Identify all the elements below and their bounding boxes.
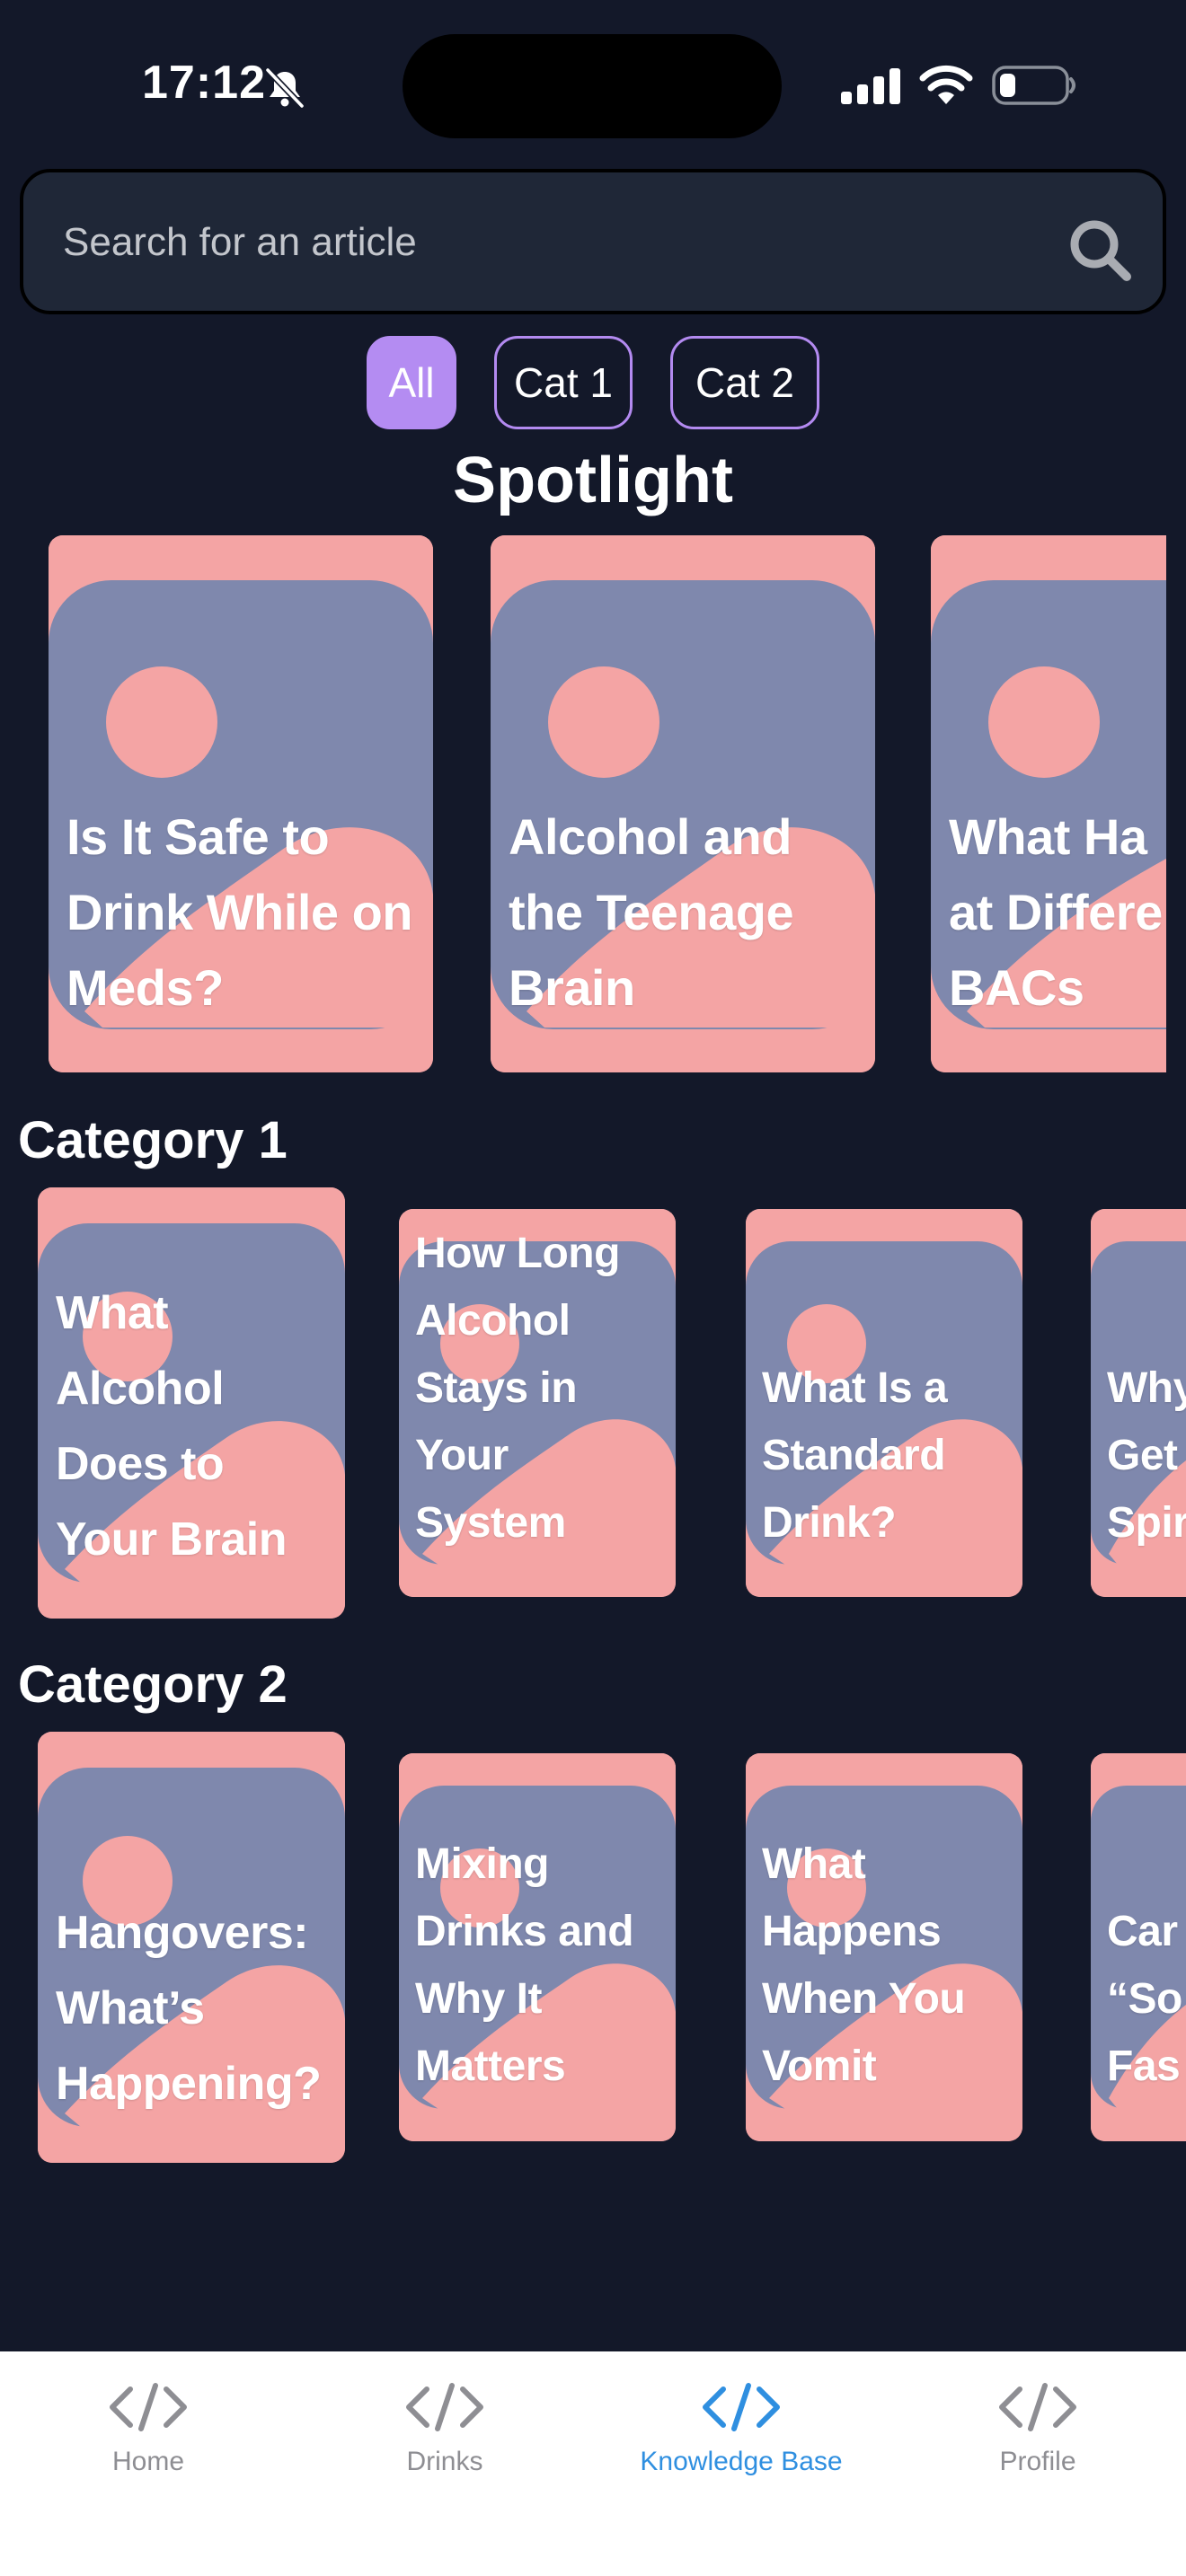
search-icon[interactable]: [1064, 214, 1136, 286]
article-card[interactable]: Why Get Spir: [1091, 1209, 1186, 1597]
spotlight-card[interactable]: What Ha at Differe BACs: [931, 535, 1166, 1072]
spotlight-card[interactable]: Alcohol and the Teenage Brain: [491, 535, 875, 1072]
spotlight-carousel[interactable]: Is It Safe to Drink While on Meds? Alcohol…: [0, 530, 1186, 1087]
tab-label: Drinks: [406, 2447, 483, 2476]
article-card[interactable]: What Is a Standard Drink?: [746, 1209, 1022, 1597]
card-title: Why Get Spir: [1107, 1364, 1186, 1547]
card-title: What Happens When You Vomit: [762, 1840, 966, 2090]
search-bar[interactable]: [20, 169, 1166, 314]
card-title: Alcohol and the Teenage Brain: [509, 808, 794, 1016]
tab-label: Home: [111, 2447, 185, 2476]
card-title: What Ha at Differe BACs: [949, 808, 1163, 1016]
filter-chip-all[interactable]: All: [367, 336, 456, 429]
card-title: What Alcohol Does to Your Brain: [56, 1287, 287, 1566]
code-icon: [406, 2383, 483, 2431]
status-time: 17:12: [142, 57, 266, 109]
dynamic-island: [403, 34, 782, 138]
search-input[interactable]: [63, 205, 1006, 280]
code-icon: [703, 2383, 780, 2431]
article-card[interactable]: What Alcohol Does to Your Brain: [38, 1187, 345, 1619]
spotlight-heading: Spotlight: [453, 445, 733, 516]
tab-drinks[interactable]: Drinks: [296, 2351, 593, 2504]
category-2-heading: Category 2: [18, 1655, 288, 1714]
article-card[interactable]: Hangovers: What’s Happening?: [38, 1732, 345, 2163]
card-title: Car “So Fas: [1107, 1908, 1182, 2090]
code-icon: [999, 2383, 1076, 2431]
tab-profile[interactable]: Profile: [890, 2351, 1186, 2504]
battery-icon: [992, 66, 1075, 105]
code-icon: [110, 2383, 187, 2431]
tab-home[interactable]: Home: [0, 2351, 296, 2504]
filter-chip-cat-1[interactable]: Cat 1: [494, 336, 633, 429]
tab-knowledge-base[interactable]: Knowledge Base: [593, 2351, 890, 2504]
category-2-carousel[interactable]: Hangovers: What’s Happening? Mixing Drinks …: [0, 1726, 1186, 2175]
status-bar: 17:12: [0, 0, 1186, 171]
card-title: Hangovers: What’s Happening?: [56, 1907, 322, 2110]
card-title: Mixing Drinks and Why It Matters: [415, 1840, 634, 2090]
tab-bar: Home Drinks Knowledge Base Profile: [0, 2351, 1186, 2576]
card-title: What Is a Standard Drink?: [762, 1364, 948, 1547]
category-1-heading: Category 1: [18, 1111, 288, 1169]
bell-slash-icon: [265, 67, 305, 109]
card-title: Is It Safe to Drink While on Meds?: [66, 808, 413, 1016]
article-card[interactable]: How Long Alcohol Stays in Your System: [399, 1209, 676, 1597]
spotlight-card[interactable]: Is It Safe to Drink While on Meds?: [49, 535, 433, 1072]
article-card[interactable]: Car “So Fas: [1091, 1753, 1186, 2141]
article-card[interactable]: Mixing Drinks and Why It Matters: [399, 1753, 676, 2141]
category-1-carousel[interactable]: What Alcohol Does to Your Brain How Long Alc…: [0, 1182, 1186, 1631]
wifi-icon: [919, 65, 973, 104]
filter-chip-cat-2[interactable]: Cat 2: [670, 336, 819, 429]
card-title: How Long Alcohol Stays in Your System: [415, 1230, 620, 1547]
signal-icon: [841, 68, 900, 104]
tab-label: Knowledge Base: [640, 2447, 843, 2476]
tab-label: Profile: [999, 2447, 1076, 2476]
article-card[interactable]: What Happens When You Vomit: [746, 1753, 1022, 2141]
